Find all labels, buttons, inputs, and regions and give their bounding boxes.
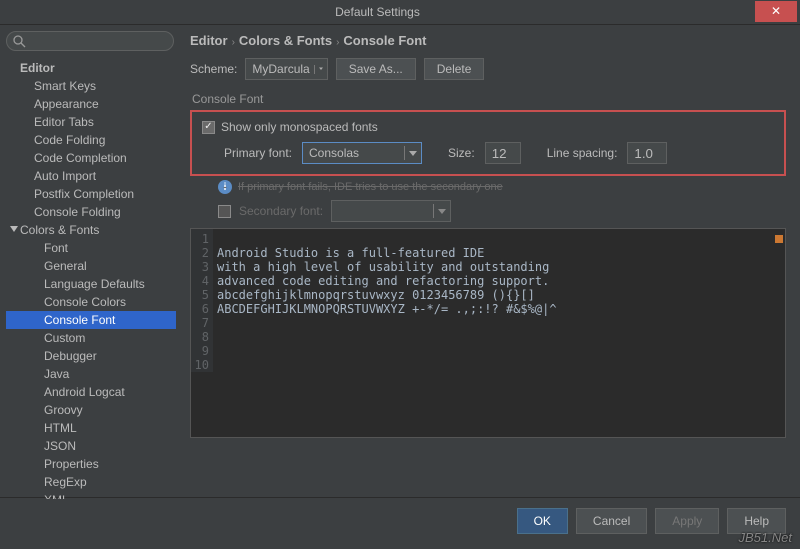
chevron-down-icon: [10, 226, 18, 234]
delete-button[interactable]: Delete: [424, 58, 485, 80]
secondary-font-label: Secondary font:: [239, 204, 323, 218]
preview-gutter: 12345678910: [191, 229, 213, 372]
show-monospaced-checkbox[interactable]: ✓: [202, 121, 215, 134]
tree-item[interactable]: Language Defaults: [6, 275, 176, 293]
primary-font-label: Primary font:: [224, 146, 292, 160]
tree-item[interactable]: Console Folding: [6, 203, 176, 221]
section-label: Console Font: [190, 92, 786, 106]
tree-item[interactable]: Android Logcat: [6, 383, 176, 401]
settings-tree[interactable]: Editor Smart Keys Appearance Editor Tabs…: [6, 59, 176, 499]
tree-item[interactable]: Code Folding: [6, 131, 176, 149]
tree-item[interactable]: Java: [6, 365, 176, 383]
tree-item[interactable]: Postfix Completion: [6, 185, 176, 203]
scheme-label: Scheme:: [190, 62, 237, 76]
tree-item-editor[interactable]: Editor: [6, 59, 176, 77]
line-spacing-input[interactable]: [627, 142, 667, 164]
font-preview[interactable]: 12345678910 Android Studio is a full-fea…: [190, 228, 786, 438]
preview-code: Android Studio is a full-featured IDEwit…: [191, 229, 785, 344]
hint-text: i If primary font fails, IDE tries to us…: [218, 180, 786, 194]
chevron-down-icon: [404, 146, 417, 160]
apply-button[interactable]: Apply: [655, 508, 719, 534]
primary-font-group: ✓ Show only monospaced fonts Primary fon…: [190, 110, 786, 176]
search-box: [6, 31, 176, 51]
tree-item[interactable]: RegExp: [6, 473, 176, 491]
watermark: JB51.Net: [739, 530, 792, 545]
secondary-font-checkbox[interactable]: [218, 205, 231, 218]
tree-item[interactable]: General: [6, 257, 176, 275]
ok-button[interactable]: OK: [517, 508, 568, 534]
tree-group-colors-fonts[interactable]: Colors & Fonts: [6, 221, 176, 239]
breadcrumb: Editor›Colors & Fonts›Console Font: [190, 33, 786, 48]
search-input[interactable]: [6, 31, 174, 51]
size-input[interactable]: [485, 142, 521, 164]
tree-item[interactable]: Custom: [6, 329, 176, 347]
secondary-font-dropdown[interactable]: [331, 200, 451, 222]
tree-item[interactable]: Code Completion: [6, 149, 176, 167]
save-as-button[interactable]: Save As...: [336, 58, 416, 80]
tree-item-console-font[interactable]: Console Font: [6, 311, 176, 329]
tree-item[interactable]: XML: [6, 491, 176, 499]
close-button[interactable]: ✕: [755, 1, 797, 22]
info-icon: i: [218, 180, 232, 194]
line-spacing-label: Line spacing:: [547, 146, 618, 160]
close-icon: ✕: [771, 4, 781, 18]
scheme-dropdown[interactable]: MyDarcula: [245, 58, 327, 80]
tree-item[interactable]: Console Colors: [6, 293, 176, 311]
search-icon: [12, 34, 26, 48]
tree-item[interactable]: Editor Tabs: [6, 113, 176, 131]
cancel-button[interactable]: Cancel: [576, 508, 647, 534]
tree-item[interactable]: Groovy: [6, 401, 176, 419]
tree-item[interactable]: Properties: [6, 455, 176, 473]
tree-item[interactable]: HTML: [6, 419, 176, 437]
tree-item[interactable]: Auto Import: [6, 167, 176, 185]
tree-item[interactable]: Debugger: [6, 347, 176, 365]
chevron-down-icon: [314, 65, 323, 74]
show-monospaced-label: Show only monospaced fonts: [221, 120, 378, 134]
size-label: Size:: [448, 146, 475, 160]
chevron-down-icon: [433, 204, 446, 218]
primary-font-dropdown[interactable]: Consolas: [302, 142, 422, 164]
tree-item[interactable]: Font: [6, 239, 176, 257]
tree-item[interactable]: JSON: [6, 437, 176, 455]
warning-marker: [775, 235, 783, 243]
window-title: Default Settings: [0, 5, 755, 19]
tree-item[interactable]: Appearance: [6, 95, 176, 113]
tree-item[interactable]: Smart Keys: [6, 77, 176, 95]
